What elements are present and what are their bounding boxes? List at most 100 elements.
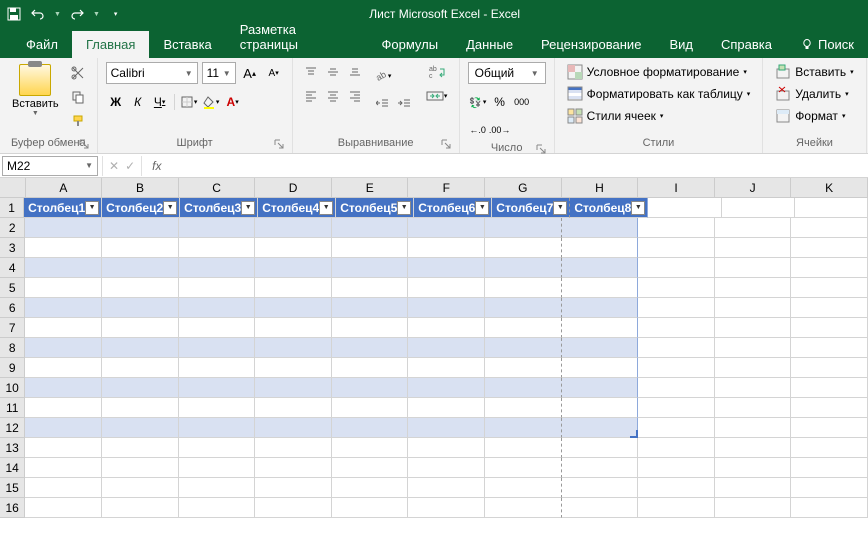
cell[interactable]	[179, 478, 256, 498]
cell[interactable]	[638, 438, 715, 458]
row-header[interactable]: 16	[0, 498, 25, 518]
cell[interactable]	[25, 478, 102, 498]
cell[interactable]	[562, 218, 639, 238]
cell[interactable]	[332, 218, 409, 238]
cell[interactable]	[485, 418, 562, 438]
cell[interactable]	[255, 298, 332, 318]
percent-format-button[interactable]: %	[490, 92, 510, 112]
accounting-format-button[interactable]: 💱▾	[468, 92, 488, 112]
cell[interactable]	[791, 298, 868, 318]
cell[interactable]	[408, 218, 485, 238]
name-box[interactable]: M22▼	[2, 156, 98, 176]
cell[interactable]	[408, 318, 485, 338]
cell[interactable]	[179, 338, 256, 358]
cell[interactable]	[255, 318, 332, 338]
cell[interactable]	[179, 298, 256, 318]
cell[interactable]	[715, 238, 792, 258]
cell[interactable]	[791, 318, 868, 338]
filter-dropdown-icon[interactable]: ▼	[397, 201, 411, 215]
row-header[interactable]: 11	[0, 398, 25, 418]
cell[interactable]: Столбец4▼	[258, 198, 336, 218]
cell[interactable]	[791, 278, 868, 298]
cell[interactable]	[102, 418, 179, 438]
tab-view[interactable]: Вид	[655, 31, 707, 58]
cell[interactable]	[25, 438, 102, 458]
cell[interactable]	[255, 458, 332, 478]
cell[interactable]	[715, 298, 792, 318]
cell[interactable]: Столбец7▼	[492, 198, 570, 218]
column-header[interactable]: E	[332, 178, 409, 198]
cell[interactable]	[485, 338, 562, 358]
cell[interactable]	[562, 358, 639, 378]
row-header[interactable]: 10	[0, 378, 25, 398]
cell[interactable]	[25, 318, 102, 338]
number-format-combo[interactable]: Общий▼	[468, 62, 546, 84]
select-all-corner[interactable]	[0, 178, 26, 198]
cell[interactable]	[638, 458, 715, 478]
cell[interactable]	[795, 198, 868, 218]
undo-icon[interactable]	[30, 6, 46, 22]
cell[interactable]	[102, 498, 179, 518]
cell[interactable]	[408, 278, 485, 298]
cell[interactable]	[722, 198, 795, 218]
cell[interactable]	[715, 338, 792, 358]
cell[interactable]	[715, 458, 792, 478]
cell-styles-button[interactable]: Стили ячеек▾	[563, 106, 755, 126]
cell[interactable]	[25, 398, 102, 418]
cell[interactable]	[638, 298, 715, 318]
cell[interactable]	[791, 458, 868, 478]
decrease-font-button[interactable]: A▾	[264, 63, 284, 83]
cell[interactable]: Столбец5▼	[336, 198, 414, 218]
align-middle-button[interactable]	[323, 62, 343, 82]
cell[interactable]	[255, 378, 332, 398]
cell[interactable]	[715, 278, 792, 298]
cell[interactable]	[791, 358, 868, 378]
cell[interactable]	[25, 218, 102, 238]
cell[interactable]	[715, 378, 792, 398]
cell[interactable]	[332, 358, 409, 378]
cell[interactable]	[102, 398, 179, 418]
column-header[interactable]: A	[26, 178, 103, 198]
cell[interactable]	[179, 458, 256, 478]
cell[interactable]	[408, 378, 485, 398]
row-header[interactable]: 3	[0, 238, 25, 258]
row-header[interactable]: 8	[0, 338, 25, 358]
font-color-button[interactable]: A▾	[223, 92, 243, 112]
cell[interactable]	[562, 458, 639, 478]
increase-decimal-button[interactable]: ←.0	[468, 120, 488, 140]
orientation-button[interactable]: ab▾	[373, 66, 393, 86]
cell[interactable]	[25, 258, 102, 278]
italic-button[interactable]: К	[128, 92, 148, 112]
cell[interactable]	[562, 278, 639, 298]
cell[interactable]	[638, 258, 715, 278]
cell[interactable]	[102, 478, 179, 498]
cell[interactable]	[791, 378, 868, 398]
cell[interactable]	[485, 258, 562, 278]
cell[interactable]	[408, 438, 485, 458]
cell[interactable]	[715, 318, 792, 338]
cell[interactable]	[638, 418, 715, 438]
cell[interactable]	[102, 278, 179, 298]
cell[interactable]	[485, 478, 562, 498]
column-header[interactable]: I	[638, 178, 715, 198]
column-header[interactable]: K	[791, 178, 868, 198]
cell[interactable]	[332, 318, 409, 338]
cell[interactable]	[408, 458, 485, 478]
cell[interactable]	[791, 478, 868, 498]
cell[interactable]	[255, 218, 332, 238]
conditional-formatting-button[interactable]: Условное форматирование▾	[563, 62, 755, 82]
cell[interactable]	[715, 358, 792, 378]
cell[interactable]	[562, 418, 639, 438]
column-header[interactable]: D	[255, 178, 332, 198]
format-as-table-button[interactable]: Форматировать как таблицу▾	[563, 84, 755, 104]
cell[interactable]	[179, 398, 256, 418]
filter-dropdown-icon[interactable]: ▼	[553, 201, 567, 215]
cell[interactable]	[485, 498, 562, 518]
tab-help[interactable]: Справка	[707, 31, 786, 58]
cell[interactable]	[179, 358, 256, 378]
cell[interactable]	[102, 378, 179, 398]
decrease-decimal-button[interactable]: .00→	[490, 120, 510, 140]
cell[interactable]	[25, 238, 102, 258]
row-header[interactable]: 15	[0, 478, 25, 498]
cell[interactable]	[562, 338, 639, 358]
